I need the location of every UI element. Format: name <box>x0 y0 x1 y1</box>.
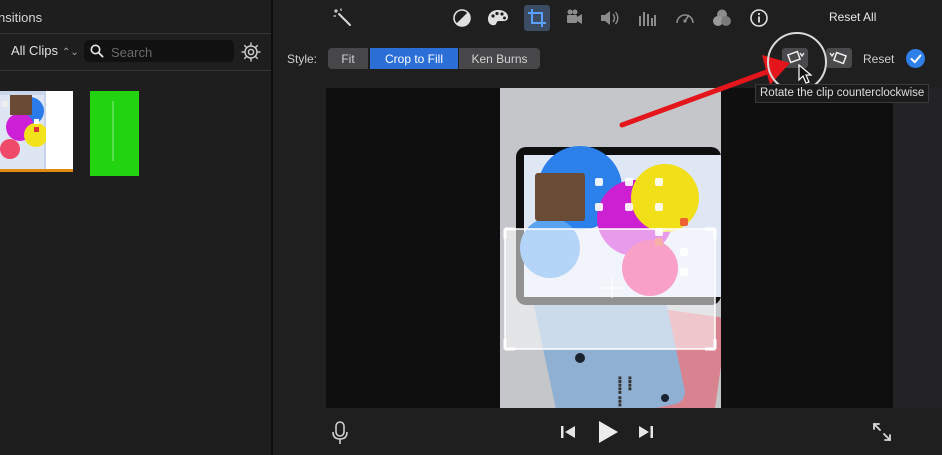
skip-forward-icon <box>639 426 653 438</box>
letterbox-left <box>326 88 500 408</box>
crop-to-fill-button[interactable]: Crop to Fill <box>370 48 458 69</box>
settings-button[interactable] <box>240 41 262 63</box>
enhance-button[interactable] <box>332 7 354 29</box>
color-correction-button[interactable] <box>487 7 509 29</box>
style-label: Style: <box>287 52 318 66</box>
all-clips-label: All Clips <box>11 43 58 58</box>
color-balance-icon <box>453 9 471 27</box>
checkmark-icon <box>910 54 921 63</box>
viewer-margin <box>282 88 326 408</box>
panel-title: nsitions <box>0 10 43 25</box>
svg-text:■■■■: ■■■■ <box>626 376 632 391</box>
play-button[interactable] <box>597 420 619 449</box>
search-icon <box>90 44 104 58</box>
crop-button[interactable] <box>524 5 550 31</box>
color-correction-icon <box>488 10 508 26</box>
color-balance-button[interactable] <box>451 7 473 29</box>
fit-button[interactable]: Fit <box>328 48 368 69</box>
annotation-overlay <box>619 32 827 128</box>
updown-chevron-icon: ⌃⌄ <box>61 47 79 58</box>
stabilization-button[interactable] <box>563 7 585 29</box>
crop-icon <box>528 9 546 27</box>
voiceover-button[interactable] <box>331 421 349 445</box>
play-icon <box>599 421 618 443</box>
cursor-icon <box>798 63 813 84</box>
ipad-screenshot-thumbnail <box>0 91 73 177</box>
skip-back-icon <box>561 426 575 438</box>
red-arrow <box>619 67 775 128</box>
video-frame: ■■■■■ ■■■ ■■■■ <box>500 88 721 408</box>
clip-thumbnail-green[interactable] <box>90 91 139 176</box>
reset-button[interactable]: Reset <box>863 52 894 66</box>
magic-wand-icon <box>333 8 351 26</box>
search-field[interactable] <box>84 40 234 62</box>
letterbox-right <box>721 88 893 408</box>
reset-all-button[interactable]: Reset All <box>829 10 876 24</box>
all-clips-dropdown[interactable]: All Clips ⌃⌄ <box>11 43 79 58</box>
clip-thumbnail-ipad[interactable] <box>0 91 73 177</box>
skip-forward-button[interactable] <box>638 424 654 445</box>
gear-icon <box>241 42 261 62</box>
svg-text:■■■■■ ■■■: ■■■■■ ■■■ <box>616 376 622 407</box>
microphone-icon <box>332 421 348 444</box>
ipad-preview-image: ■■■■■ ■■■ ■■■■ <box>500 88 721 408</box>
tooltip: Rotate the clip counterclockwise <box>755 84 930 103</box>
stabilization-icon <box>567 9 582 24</box>
skip-back-button[interactable] <box>560 424 576 445</box>
divider <box>0 70 271 71</box>
apply-button[interactable] <box>906 49 925 68</box>
browser-panel: nsitions All Clips ⌃⌄ <box>0 0 271 455</box>
ken-burns-button[interactable]: Ken Burns <box>459 48 540 69</box>
divider <box>0 33 271 34</box>
fullscreen-button[interactable] <box>872 422 892 447</box>
search-input[interactable] <box>109 42 231 62</box>
red-arrowhead <box>762 55 790 85</box>
fullscreen-icon <box>873 423 891 441</box>
green-clip-detail <box>112 101 114 161</box>
